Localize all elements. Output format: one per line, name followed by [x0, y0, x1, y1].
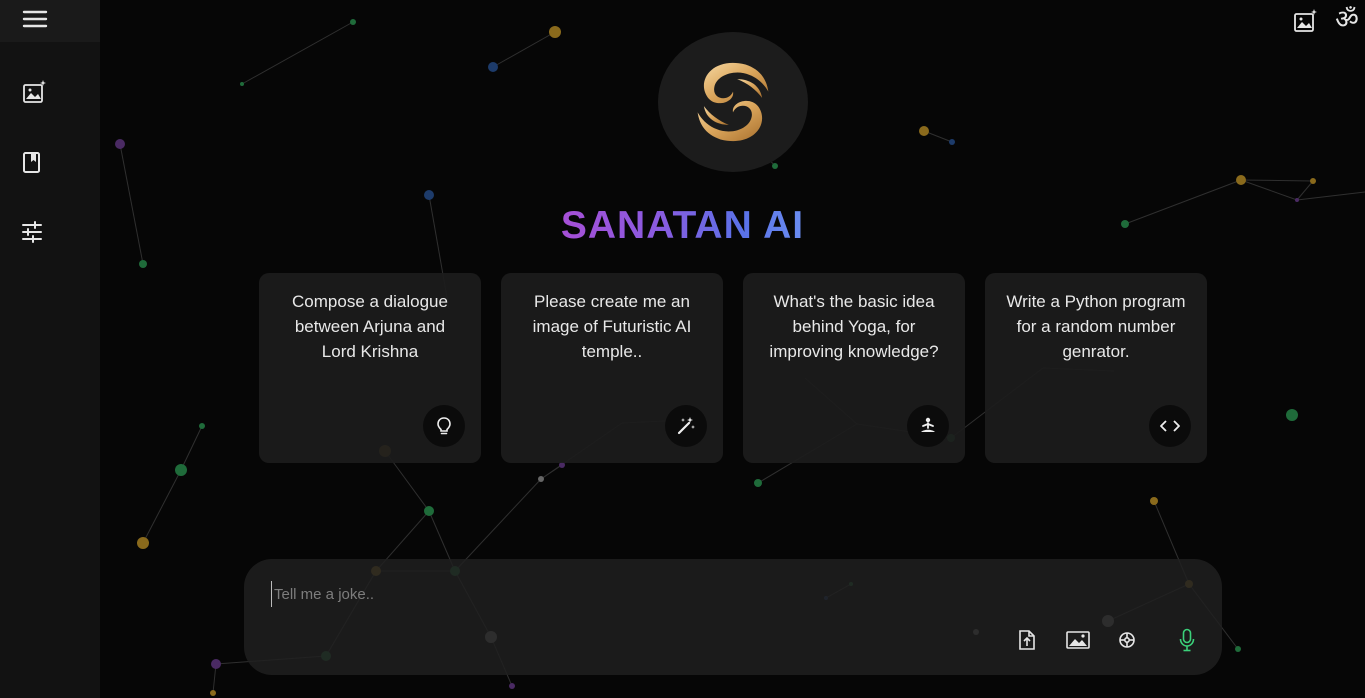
image-upload-button[interactable]	[1064, 629, 1092, 655]
prompt-input[interactable]	[271, 581, 976, 607]
app-title: SANATAN AI	[560, 204, 805, 247]
sanatan-logo	[658, 32, 808, 172]
options-button[interactable]	[1114, 629, 1140, 655]
suggestion-card-image[interactable]: Please create me an image of Futuristic …	[501, 273, 723, 463]
suggestion-text: What's the basic idea behind Yoga, for i…	[769, 292, 939, 361]
suggestion-card-python[interactable]: Write a Python program for a random numb…	[985, 273, 1207, 463]
om-button[interactable]: ॐ	[1332, 4, 1362, 36]
suggestion-cards: Compose a dialogue between Arjuna and Lo…	[259, 273, 1207, 463]
suggestion-text: Please create me an image of Futuristic …	[532, 292, 692, 361]
menu-icon	[22, 9, 48, 34]
image-icon	[1066, 630, 1090, 655]
suggestion-text: Write a Python program for a random numb…	[1006, 292, 1186, 361]
image-sparkle-icon	[1293, 8, 1319, 39]
lightbulb-icon	[423, 405, 465, 447]
bookmark-icon	[22, 151, 42, 180]
magic-wand-icon	[665, 405, 707, 447]
suggestion-text: Compose a dialogue between Arjuna and Lo…	[292, 292, 448, 361]
swirl-logo-icon	[697, 62, 769, 142]
microphone-icon	[1179, 628, 1195, 657]
image-sparkle-icon	[22, 79, 48, 110]
sidebar	[0, 0, 100, 698]
suggestion-card-yoga[interactable]: What's the basic idea behind Yoga, for i…	[743, 273, 965, 463]
suggestion-card-dialogue[interactable]: Compose a dialogue between Arjuna and Lo…	[259, 273, 481, 463]
voice-input-button[interactable]	[1174, 628, 1200, 657]
image-generator-button[interactable]	[0, 78, 85, 110]
bookmark-button[interactable]	[0, 150, 82, 180]
image-generator-top-button[interactable]	[1292, 8, 1320, 38]
file-upload-icon	[1018, 629, 1036, 656]
file-upload-button[interactable]	[1014, 629, 1040, 655]
settings-icon	[1118, 631, 1136, 654]
menu-button[interactable]	[0, 0, 100, 42]
om-icon: ॐ	[1335, 5, 1359, 35]
code-icon	[1149, 405, 1191, 447]
meditation-icon	[907, 405, 949, 447]
prompt-composer	[244, 559, 1222, 675]
